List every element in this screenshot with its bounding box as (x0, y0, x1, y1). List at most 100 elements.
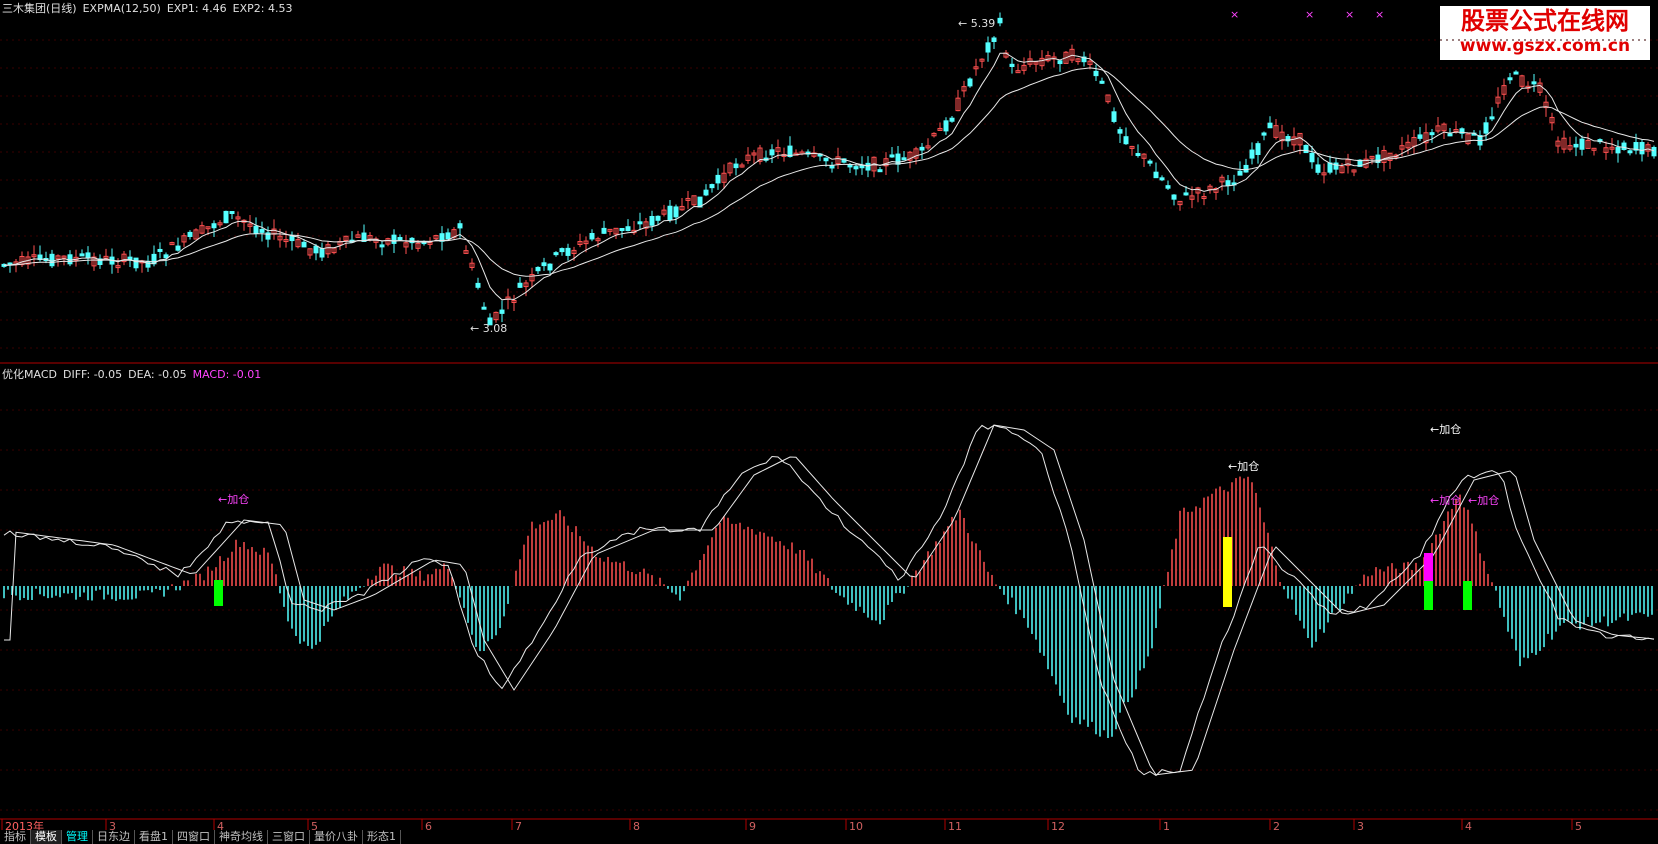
candle-body (289, 235, 295, 242)
candle-body (517, 282, 523, 288)
time-axis-label: 10 (849, 820, 863, 830)
signal-cross-icon: × (1230, 8, 1239, 21)
time-axis-label: 1 (1163, 820, 1170, 830)
tab-8[interactable]: 量价八卦 (310, 830, 363, 844)
candle-body (163, 254, 169, 259)
candle-body (313, 245, 319, 254)
candle-body (1489, 116, 1495, 120)
candle-body (1639, 142, 1645, 155)
tab-3[interactable]: 日东边 (93, 830, 135, 844)
candle-body (949, 117, 955, 122)
candle-body (175, 245, 181, 251)
time-axis-label: 5 (311, 820, 318, 830)
add-position-annotation: ←加仓 (1468, 493, 1499, 507)
candle-body (301, 241, 307, 248)
tab-4[interactable]: 看盘1 (135, 830, 173, 844)
candle-body (475, 282, 481, 288)
signal-marker-magenta (1424, 553, 1433, 581)
candle-body (1057, 60, 1063, 65)
tab-1[interactable]: 模板 (31, 830, 62, 844)
tab-6[interactable]: 神奇均线 (215, 830, 268, 844)
candle-body (1225, 180, 1231, 186)
candle-body (1159, 177, 1165, 181)
candle-body (499, 309, 505, 314)
candle-body (967, 78, 973, 87)
candle-body (229, 211, 235, 215)
signal-marker-green (1463, 581, 1472, 610)
candle-body (1513, 71, 1519, 75)
candle-body (1309, 152, 1315, 163)
tab-0[interactable]: 指标 (0, 830, 31, 844)
candle-body (157, 248, 163, 252)
candle-body (133, 257, 139, 269)
candle-body (391, 234, 397, 244)
candle-body (1579, 138, 1585, 150)
candle-body (985, 42, 991, 53)
time-axis-label: 3 (109, 820, 116, 830)
candle-body (1483, 122, 1489, 134)
candle-body (1303, 144, 1309, 154)
candle-body (211, 223, 217, 229)
candle-body (1261, 132, 1267, 136)
candle-body (991, 37, 997, 43)
time-axis-label: 6 (425, 820, 432, 830)
candle-body (997, 17, 1003, 24)
candle-body (223, 210, 229, 224)
candle-body (1651, 146, 1657, 157)
candle-body (709, 184, 715, 189)
signal-marker-green (1424, 581, 1433, 610)
candle-body (85, 252, 91, 259)
candle-body (1627, 150, 1633, 154)
tab-5[interactable]: 四窗口 (173, 830, 215, 844)
signal-cross-icon: × (1305, 8, 1314, 21)
time-axis-label: 7 (515, 820, 522, 830)
candle-body (1417, 134, 1423, 139)
tab-7[interactable]: 三窗口 (268, 830, 310, 844)
high-price-label: ← 5.39 (958, 17, 995, 30)
candle-body (145, 260, 151, 268)
candle-body (1099, 80, 1105, 84)
candle-body (1123, 136, 1129, 145)
exp1-line (3, 52, 1655, 301)
time-axis-label: 4 (1465, 820, 1472, 830)
candle-body (187, 231, 193, 237)
candle-body (253, 225, 259, 234)
tab-2[interactable]: 管理 (62, 830, 93, 844)
candle-body (259, 229, 265, 233)
candle-body (79, 253, 85, 257)
candle-body (943, 120, 949, 132)
time-axis-label: 2 (1273, 820, 1280, 830)
tab-9[interactable]: 形态1 (363, 830, 401, 844)
candle-body (1615, 147, 1621, 154)
add-position-annotation: ←加仓 (1228, 459, 1259, 473)
candle-body (1243, 164, 1249, 173)
candle-body (1009, 63, 1015, 67)
candle-body (853, 166, 859, 170)
candle-body (49, 253, 55, 267)
candle-body (901, 157, 907, 161)
bottom-tab-bar: 指标 模板 管理 日东边 看盘1 四窗口 神奇均线 三窗口 量价八卦 形态1 (0, 830, 1658, 844)
candle-body (1447, 133, 1453, 137)
add-position-annotation: ←加仓 (218, 492, 249, 506)
candle-body (457, 223, 463, 229)
exp2-line (3, 67, 1655, 277)
candle-body (1153, 171, 1159, 179)
candle-body (553, 252, 559, 256)
signal-cross-icon: × (1345, 8, 1354, 21)
time-axis-label: 9 (749, 820, 756, 830)
candle-body (625, 226, 631, 232)
candle-body (1327, 162, 1333, 173)
candle-body (769, 149, 775, 156)
candle-body (541, 262, 547, 267)
candle-body (1117, 129, 1123, 134)
candle-body (703, 189, 709, 196)
candle-body (847, 164, 853, 168)
candle-body (877, 169, 883, 173)
candle-body (619, 227, 625, 231)
dea-line (4, 424, 1655, 776)
diff-line (3, 424, 1655, 777)
time-axis-label: 5 (1575, 820, 1582, 830)
candle-body (1171, 194, 1177, 200)
candle-body (1165, 185, 1171, 189)
stock-chart[interactable]: ← 5.39 ← 3.08 × × × × ←加仓 ←加仓 ←加仓 ←加仓 ←加仓 2013年 3 4 5 6… (0, 0, 1658, 830)
